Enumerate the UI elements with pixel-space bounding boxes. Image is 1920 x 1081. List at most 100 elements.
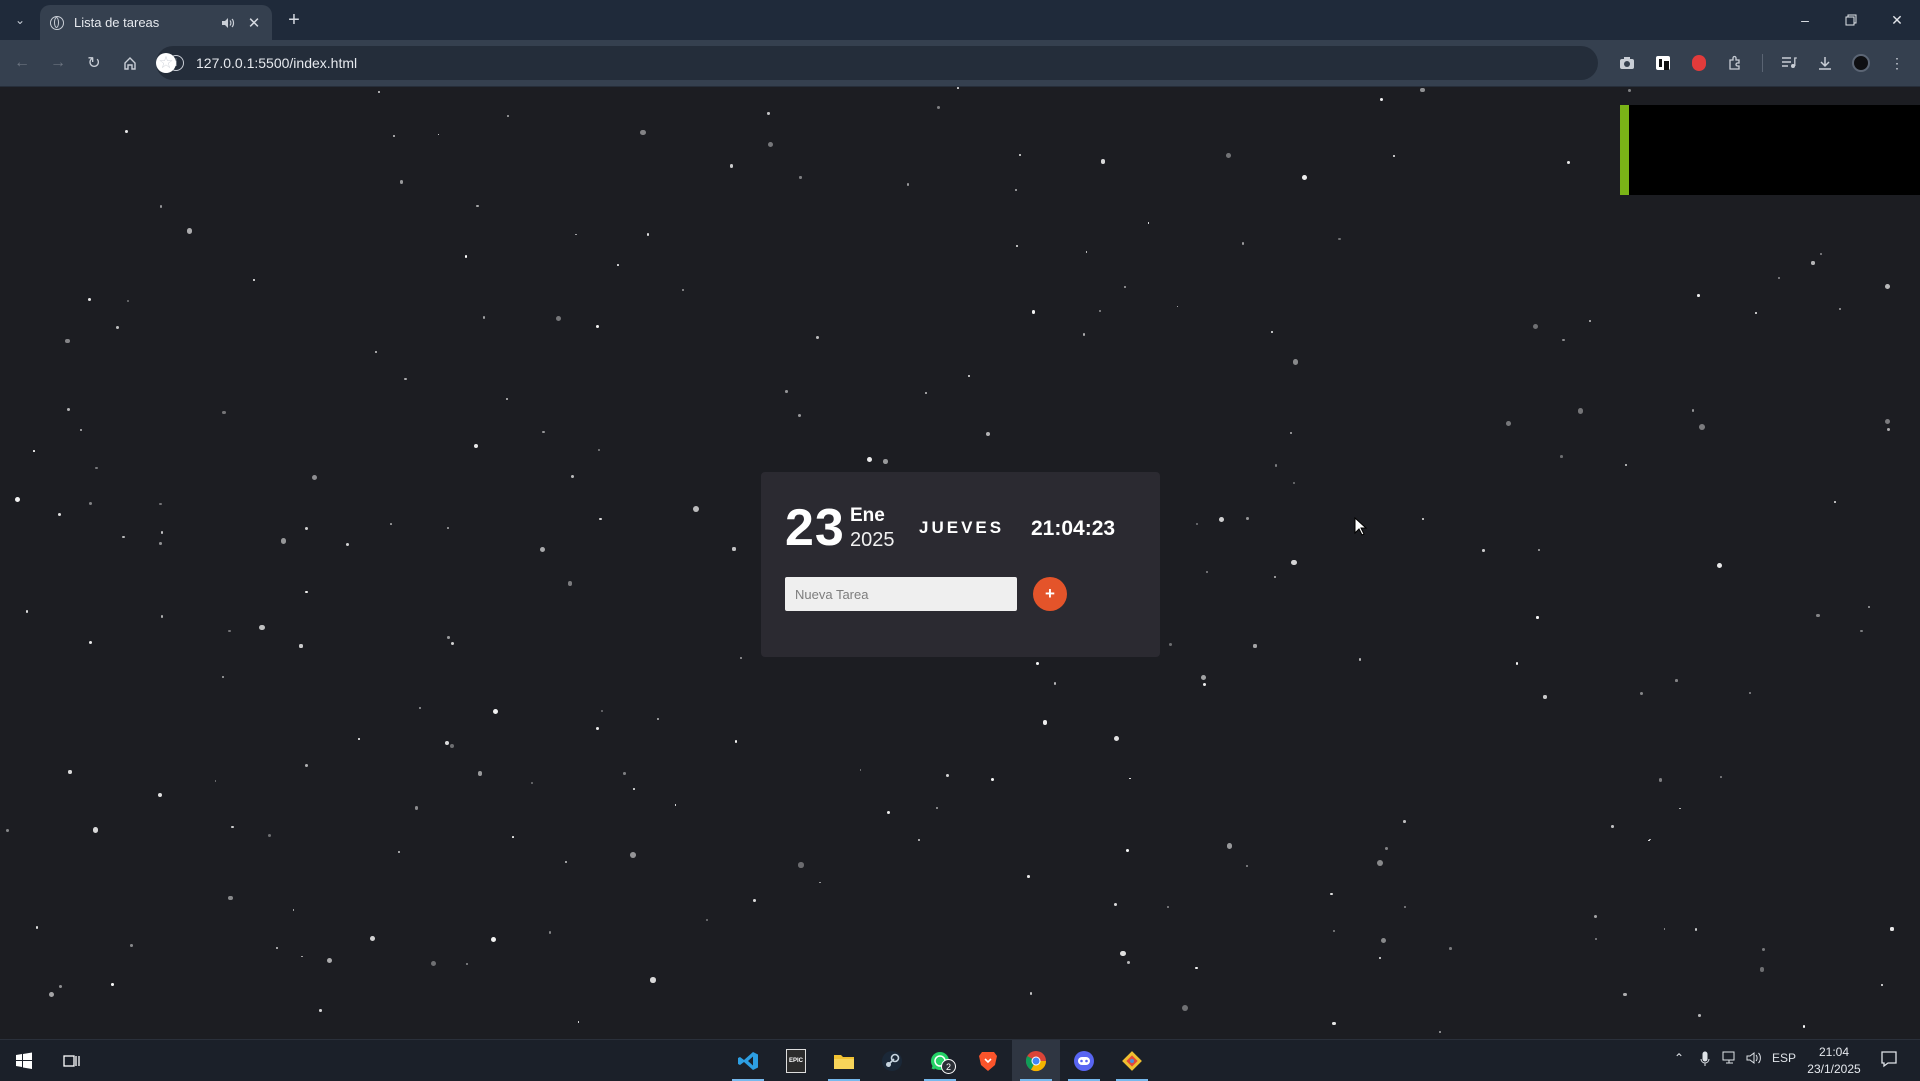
url-text[interactable]: 127.0.0.1:5500/index.html xyxy=(196,55,1598,71)
new-tab-button[interactable]: + xyxy=(282,8,306,32)
star-dot xyxy=(431,960,437,967)
star-dot xyxy=(1377,860,1384,867)
corner-panel xyxy=(1620,105,1920,195)
star-dot xyxy=(161,615,164,618)
tab-search-button[interactable]: ⌄ xyxy=(8,8,32,32)
star-dot xyxy=(1868,606,1871,609)
star-dot xyxy=(111,983,114,987)
star-dot xyxy=(231,825,234,829)
vscode-icon[interactable] xyxy=(724,1040,772,1081)
git-icon[interactable] xyxy=(1108,1040,1156,1081)
screenshot-extension-icon[interactable] xyxy=(1616,52,1638,74)
star-dot xyxy=(447,526,449,529)
star-dot xyxy=(1694,928,1698,931)
date-weekday: JUEVES xyxy=(919,518,1005,537)
kebab-menu-icon[interactable]: ⋮ xyxy=(1886,52,1908,74)
star-dot xyxy=(1082,333,1086,336)
steam-icon[interactable] xyxy=(868,1040,916,1081)
star-dot xyxy=(93,827,99,833)
notion-extension-icon[interactable] xyxy=(1652,52,1674,74)
brave-icon[interactable] xyxy=(964,1040,1012,1081)
star-dot xyxy=(906,183,910,186)
star-dot xyxy=(1274,464,1278,467)
star-dot xyxy=(530,781,533,784)
microphone-icon[interactable] xyxy=(1700,1051,1710,1067)
star-dot xyxy=(464,255,468,258)
star-dot xyxy=(1015,244,1019,248)
star-dot xyxy=(1658,778,1663,782)
star-dot xyxy=(357,737,360,740)
star-dot xyxy=(311,474,317,480)
address-bar[interactable]: i 127.0.0.1:5500/index.html ☆ xyxy=(156,46,1598,80)
star-dot xyxy=(1403,819,1407,823)
star-dot xyxy=(1113,902,1118,907)
star-dot xyxy=(1802,1025,1805,1028)
star-dot xyxy=(1195,966,1198,970)
windows-start-icon[interactable] xyxy=(0,1040,48,1081)
file-explorer-icon[interactable] xyxy=(820,1040,868,1081)
star-dot xyxy=(1019,153,1022,156)
star-dot xyxy=(160,530,164,534)
star-dot xyxy=(1290,431,1293,434)
star-dot xyxy=(506,398,509,401)
discord-icon[interactable] xyxy=(1060,1040,1108,1081)
star-dot xyxy=(1338,238,1341,241)
star-dot xyxy=(89,640,93,644)
extensions-puzzle-icon[interactable] xyxy=(1724,52,1746,74)
chevron-up-icon[interactable]: ⌃ xyxy=(1674,1051,1684,1065)
star-dot xyxy=(1176,305,1179,308)
star-dot xyxy=(1380,97,1384,101)
star-dot xyxy=(797,413,802,417)
star-dot xyxy=(482,316,485,319)
close-window-icon[interactable]: ✕ xyxy=(1874,4,1920,36)
close-tab-icon[interactable]: ✕ xyxy=(246,15,262,32)
star-dot xyxy=(967,375,970,378)
new-task-input[interactable] xyxy=(785,577,1017,611)
star-dot xyxy=(450,744,455,749)
star-dot xyxy=(739,657,743,660)
notification-icon[interactable] xyxy=(1880,1050,1898,1068)
media-control-icon[interactable] xyxy=(1778,52,1800,74)
star-dot xyxy=(1562,338,1565,342)
star-dot xyxy=(1537,548,1540,551)
forward-icon[interactable]: → xyxy=(44,49,72,77)
volume-icon[interactable] xyxy=(1746,1051,1762,1065)
star-dot xyxy=(1393,155,1396,158)
reload-icon[interactable]: ↻ xyxy=(80,49,108,77)
browser-tab-active[interactable]: Lista de tareas ✕ xyxy=(40,5,272,40)
bookmark-star-icon[interactable]: ☆ xyxy=(156,53,176,73)
system-date: 23/1/2025 xyxy=(1807,1062,1861,1076)
download-icon[interactable] xyxy=(1814,52,1836,74)
star-dot xyxy=(122,536,125,539)
star-dot xyxy=(574,233,577,236)
star-dot xyxy=(1292,359,1299,365)
star-dot xyxy=(600,710,603,713)
restore-icon[interactable] xyxy=(1828,4,1874,36)
star-dot xyxy=(1532,324,1538,330)
star-dot xyxy=(1054,682,1057,685)
profile-avatar-icon[interactable] xyxy=(1850,52,1872,74)
speaker-icon[interactable] xyxy=(220,15,236,31)
star-dot xyxy=(276,947,279,950)
home-icon[interactable] xyxy=(116,49,144,77)
star-dot xyxy=(1291,559,1297,566)
whatsapp-icon[interactable]: 2 xyxy=(916,1040,964,1081)
star-dot xyxy=(1536,616,1539,619)
star-dot xyxy=(1202,682,1206,686)
whatsapp-badge: 2 xyxy=(941,1059,956,1074)
network-icon[interactable] xyxy=(1722,1051,1738,1065)
back-icon[interactable]: ← xyxy=(8,49,36,77)
star-dot xyxy=(1168,643,1172,647)
add-task-button[interactable]: + xyxy=(1033,577,1067,611)
star-dot xyxy=(392,134,395,138)
input-language[interactable]: ESP xyxy=(1772,1051,1796,1065)
star-dot xyxy=(1811,261,1815,265)
adblock-extension-icon[interactable] xyxy=(1688,52,1710,74)
star-dot xyxy=(1759,967,1765,972)
minimize-icon[interactable]: – xyxy=(1782,4,1828,36)
star-dot xyxy=(1330,892,1333,896)
system-clock[interactable]: 21:04 23/1/2025 xyxy=(1794,1044,1874,1078)
epic-games-icon[interactable]: EPIC xyxy=(772,1040,820,1081)
task-view-icon[interactable] xyxy=(48,1040,96,1081)
chrome-icon[interactable] xyxy=(1012,1040,1060,1081)
